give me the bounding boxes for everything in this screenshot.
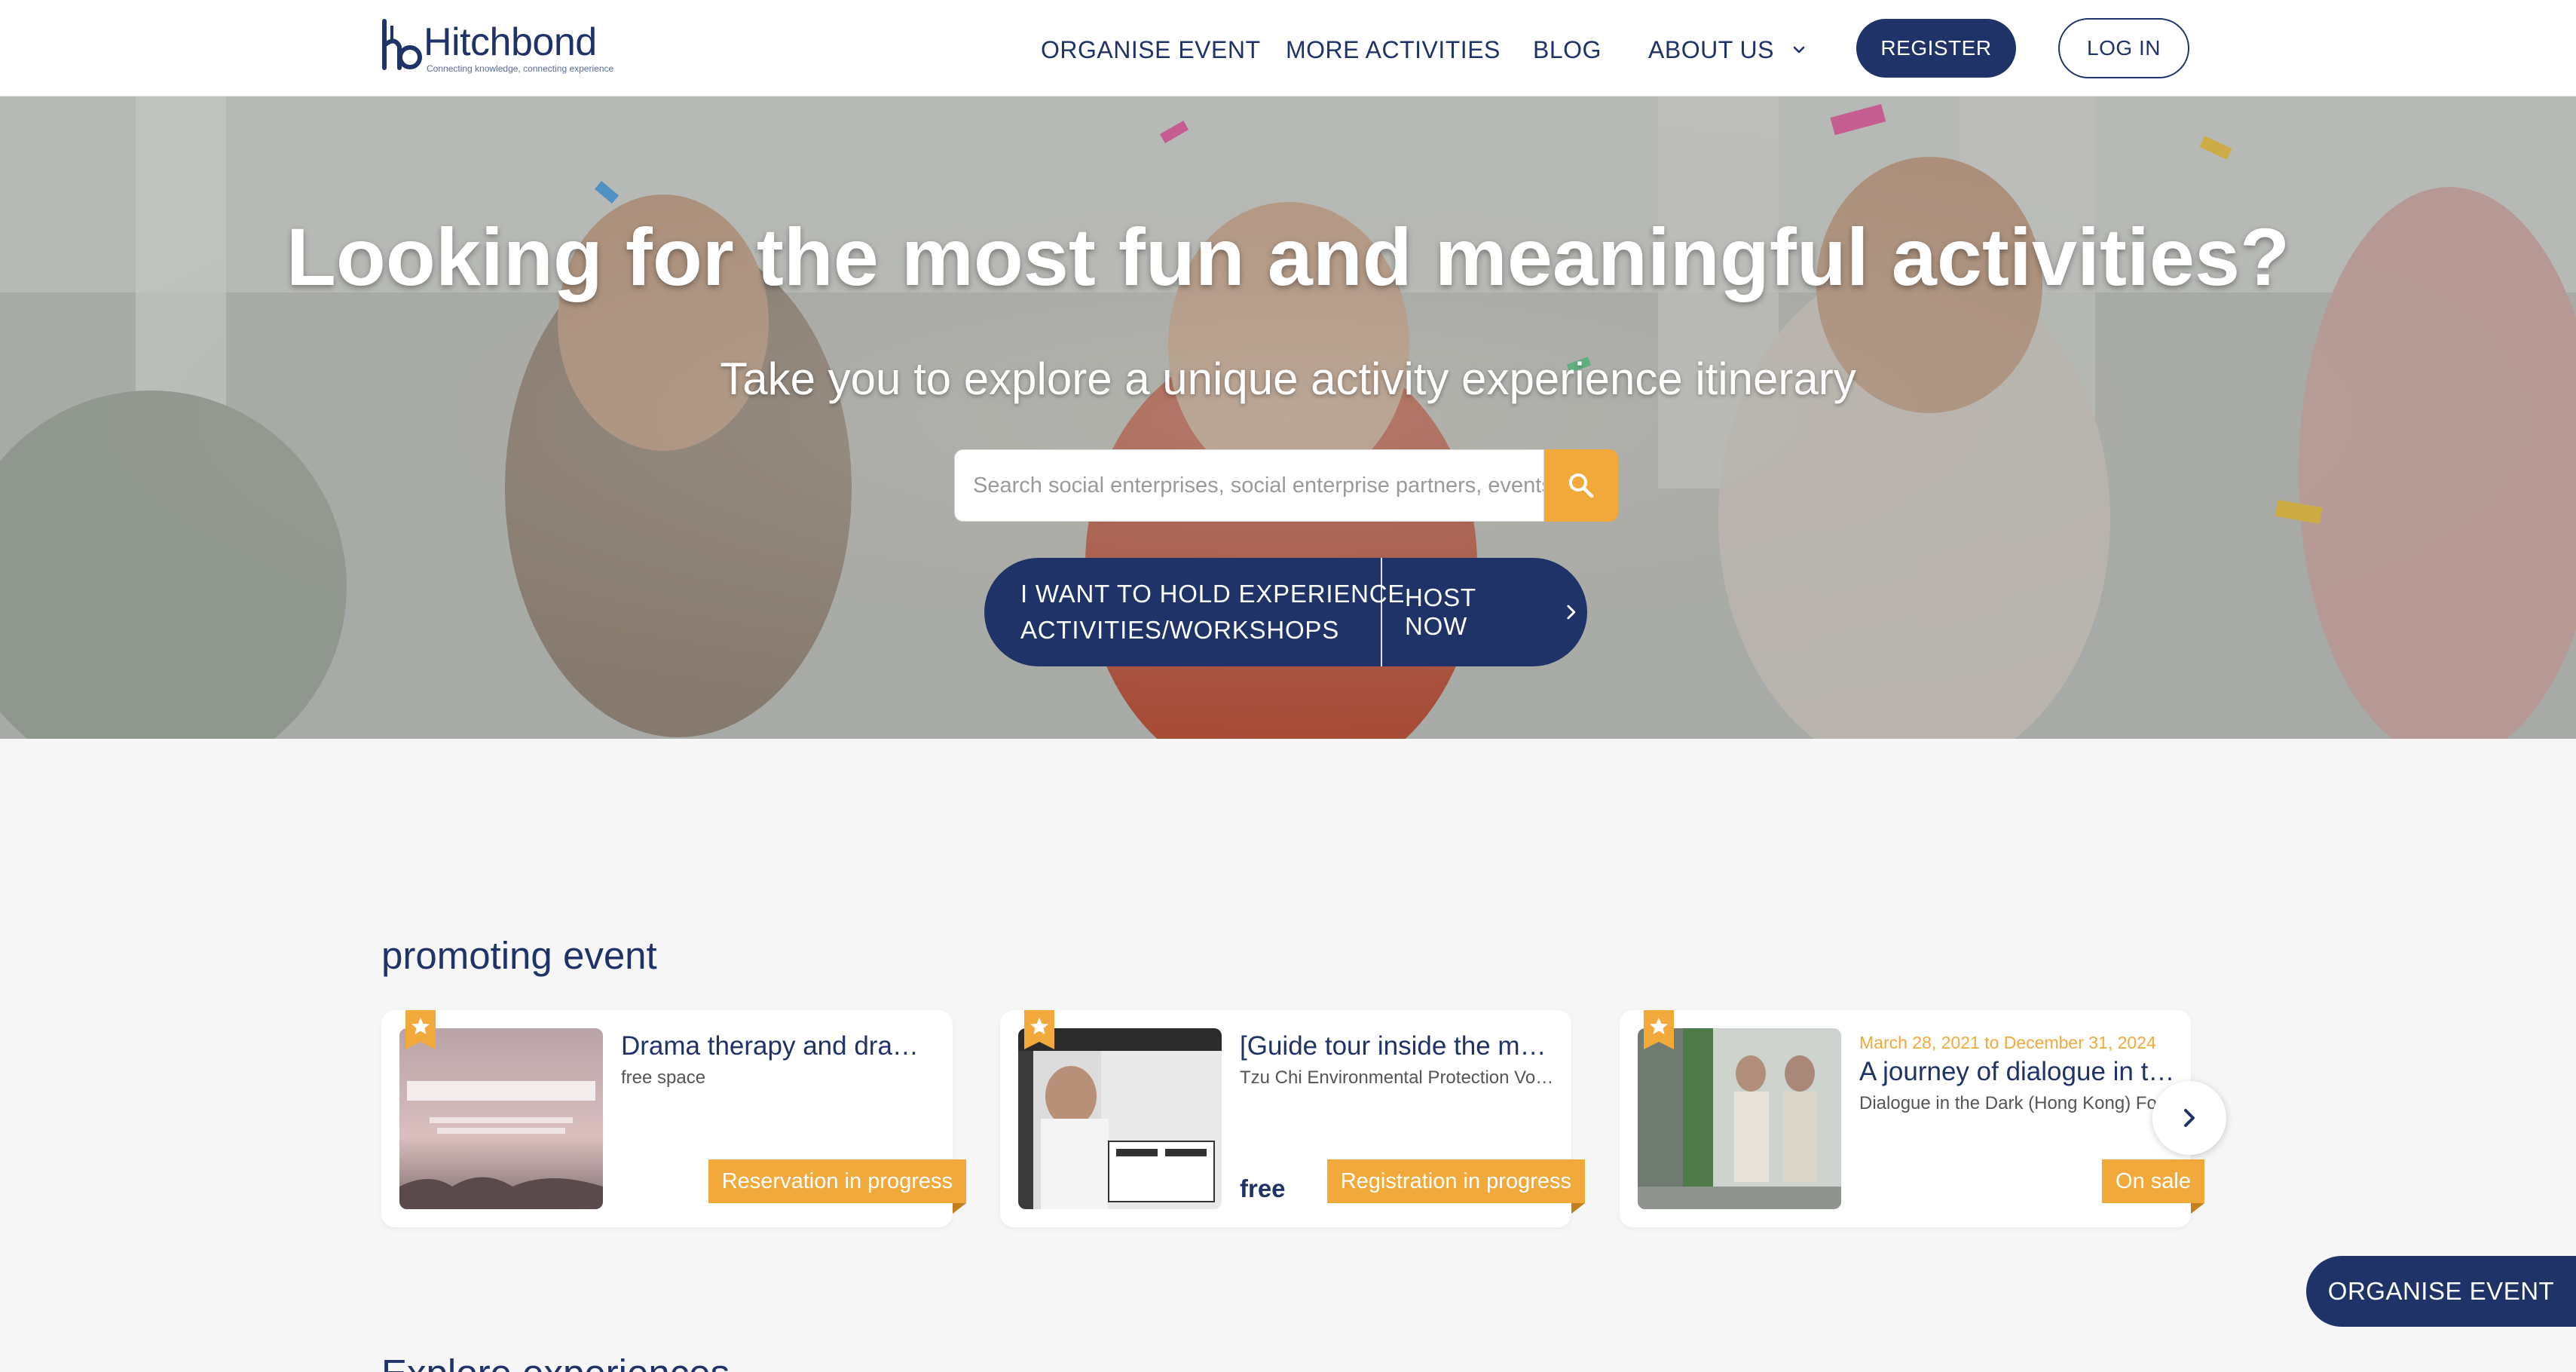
event-title[interactable]: [Guide tour inside the museum] Tzu Chi	[1240, 1031, 1556, 1061]
hitchbond-logo-mark-icon	[382, 19, 422, 70]
promoting-section-title: promoting event	[381, 934, 657, 977]
event-status-badge: On sale	[2102, 1159, 2204, 1214]
event-organiser: Dialogue in the Dark (Hong Kong) Foundat…	[1859, 1093, 2176, 1113]
nav-blog[interactable]: BLOG	[1533, 35, 1602, 65]
search-button[interactable]	[1544, 449, 1618, 522]
chevron-right-icon	[1567, 605, 1576, 620]
nav-organise-event[interactable]: ORGANISE EVENT	[1041, 35, 1261, 65]
search-icon	[1569, 473, 1594, 498]
logo-tagline: Connecting knowledge, connecting experie…	[427, 63, 614, 74]
event-organiser: Tzu Chi Environmental Protection Volunte…	[1240, 1067, 1556, 1088]
floating-organise-event-button[interactable]: ORGANISE EVENT	[2306, 1256, 2576, 1327]
event-status-badge: Reservation in progress	[708, 1159, 967, 1214]
chevron-down-icon	[1793, 46, 1805, 54]
carousel-next-button[interactable]	[2152, 1081, 2226, 1155]
event-title[interactable]: A journey of dialogue in the dark	[1859, 1057, 2176, 1087]
host-now-cta[interactable]: I WANT TO HOLD EXPERIENCE ACTIVITIES/WOR…	[984, 558, 1587, 666]
event-thumbnail-dialogue	[1638, 1028, 1841, 1209]
hero-title: Looking for the most fun and meaningful …	[286, 211, 2290, 302]
featured-star-icon	[405, 1010, 436, 1049]
explore-section-title: Explore experiences	[381, 1351, 730, 1372]
event-image[interactable]	[399, 1028, 603, 1209]
event-thumbnail-museum	[1018, 1028, 1222, 1209]
event-date: March 28, 2021 to December 31, 2024	[1859, 1033, 2156, 1052]
event-card[interactable]: [Guide tour inside the museum] Tzu Chi T…	[1000, 1010, 1586, 1227]
event-price: free	[1240, 1174, 1286, 1202]
nav-about-us-label: ABOUT US	[1648, 35, 1774, 63]
host-now-label: HOST NOW	[1405, 583, 1476, 640]
event-card[interactable]: Drama therapy and drama therapy workshop…	[381, 1010, 967, 1227]
site-header: Hitchbond Connecting knowledge, connecti…	[0, 0, 2576, 96]
nav-organise-event-label: ORGANISE EVENT	[1041, 35, 1261, 63]
host-cta-line1: I WANT TO HOLD EXPERIENCE	[1020, 580, 1406, 608]
event-status-badge: Registration in progress	[1326, 1159, 1586, 1214]
featured-star-icon	[1644, 1010, 1674, 1049]
event-organiser: free space	[621, 1067, 706, 1088]
nav-more-activities[interactable]: MORE ACTIVITIES	[1286, 35, 1501, 65]
search-input[interactable]	[955, 450, 1543, 521]
host-cta-text: I WANT TO HOLD EXPERIENCE ACTIVITIES/WOR…	[1020, 558, 1412, 666]
event-thumbnail-drama	[399, 1028, 603, 1209]
event-title[interactable]: Drama therapy and drama therapy workshop	[621, 1031, 938, 1061]
event-card[interactable]: March 28, 2021 to December 31, 2024 A jo…	[1620, 1010, 2204, 1227]
nav-blog-label: BLOG	[1533, 35, 1602, 63]
hero-banner: Looking for the most fun and meaningful …	[0, 96, 2576, 739]
featured-star-icon	[1024, 1010, 1054, 1049]
hitchbond-logo[interactable]: Hitchbond Connecting knowledge, connecti…	[378, 18, 635, 78]
event-image[interactable]	[1018, 1028, 1222, 1209]
register-button[interactable]: REGISTER	[1856, 19, 2016, 78]
host-cta-line2: ACTIVITIES/WORKSHOPS	[1020, 616, 1340, 644]
search-bar	[954, 449, 1544, 522]
host-cta-divider	[1381, 558, 1382, 666]
nav-more-activities-label: MORE ACTIVITIES	[1286, 35, 1501, 63]
logo-wordmark: Hitchbond	[424, 20, 597, 64]
event-image[interactable]	[1638, 1028, 1841, 1209]
nav-about-us[interactable]: ABOUT US	[1648, 35, 1807, 65]
host-now-button[interactable]: HOST NOW	[1405, 558, 1578, 666]
hero-subtitle: Take you to explore a unique activity ex…	[720, 354, 1856, 404]
login-button[interactable]: LOG IN	[2058, 18, 2189, 78]
chevron-right-icon	[2184, 1109, 2195, 1127]
